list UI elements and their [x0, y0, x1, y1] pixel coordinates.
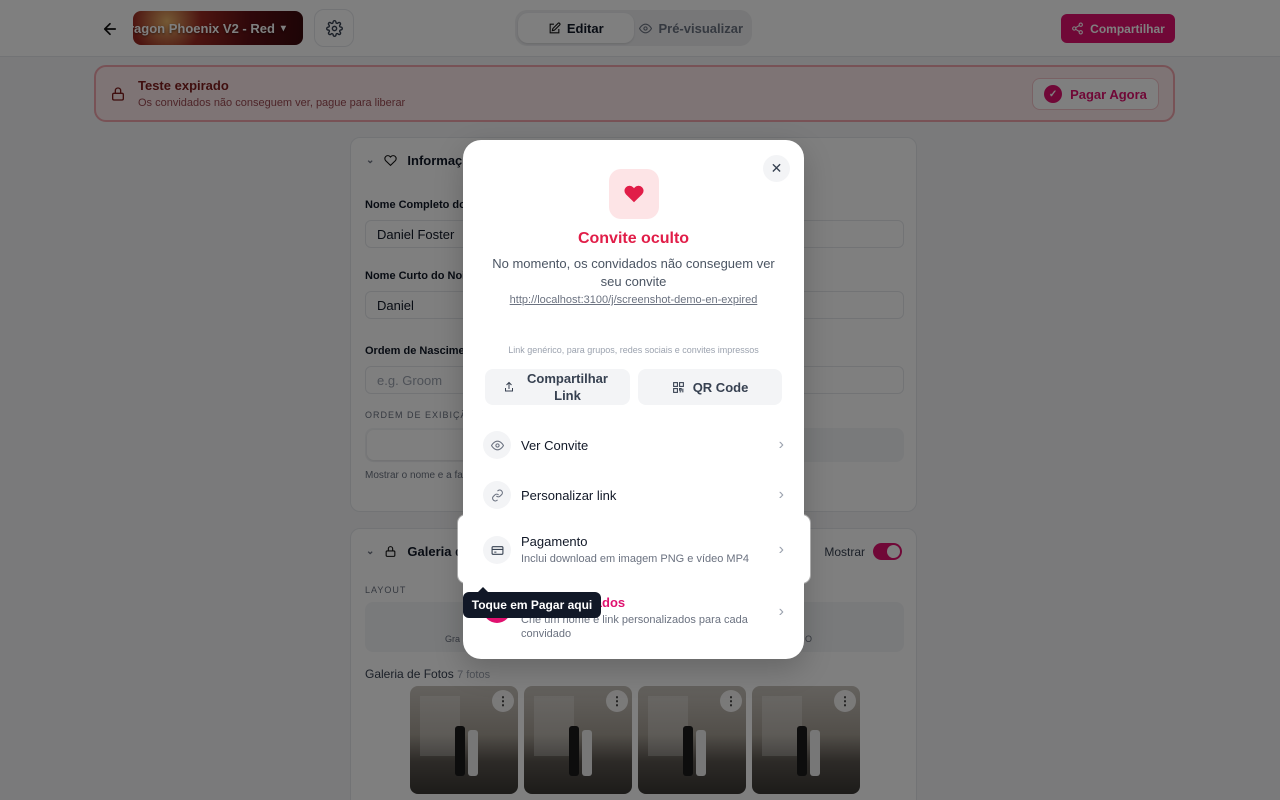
customize-link-label: Personalizar link: [521, 487, 617, 503]
modal-description: No momento, os convidados não conseguem …: [492, 256, 775, 289]
payment-title: Pagamento: [521, 534, 588, 549]
qr-code-icon: [672, 381, 684, 393]
heart-badge: [609, 169, 659, 219]
guests-title: vidados: [576, 595, 779, 610]
qr-code-button[interactable]: QR Code: [638, 369, 782, 405]
link-hint: Link genérico, para grupos, redes sociai…: [508, 345, 759, 355]
view-invite-label: Ver Convite: [521, 437, 589, 453]
close-button[interactable]: ✕: [763, 155, 790, 182]
chevron-right-icon: ›: [778, 486, 784, 503]
qr-code-label: QR Code: [692, 379, 749, 395]
eye-icon: [483, 431, 511, 459]
share-upload-icon: [504, 381, 513, 392]
modal-title: Convite oculto: [577, 230, 690, 247]
chevron-right-icon: ›: [778, 603, 784, 620]
credit-card-icon: [483, 536, 511, 564]
share-link-button[interactable]: Compartilhar Link: [485, 369, 630, 405]
chevron-right-icon: ›: [778, 541, 784, 558]
payment-subtitle: Inclui download em imagem PNG e vídeo MP…: [521, 553, 750, 565]
link-icon: [483, 481, 511, 509]
heart-icon: [624, 185, 644, 203]
share-link-label: Compartilhar Link: [527, 371, 608, 403]
close-icon: ✕: [770, 160, 783, 176]
invite-url-link[interactable]: http://localhost:3100/j/screenshot-demo-…: [463, 294, 804, 306]
view-invite-row[interactable]: Ver Convite ›: [483, 431, 784, 459]
payment-row[interactable]: Pagamento Inclui download em imagem PNG e…: [483, 534, 784, 566]
tutorial-tooltip: Toque em Pagar aqui: [463, 587, 601, 618]
chevron-right-icon: ›: [778, 436, 784, 453]
customize-link-row[interactable]: Personalizar link ›: [483, 481, 784, 509]
payment-row-highlight: Pagamento Inclui download em imagem PNG e…: [458, 515, 810, 583]
